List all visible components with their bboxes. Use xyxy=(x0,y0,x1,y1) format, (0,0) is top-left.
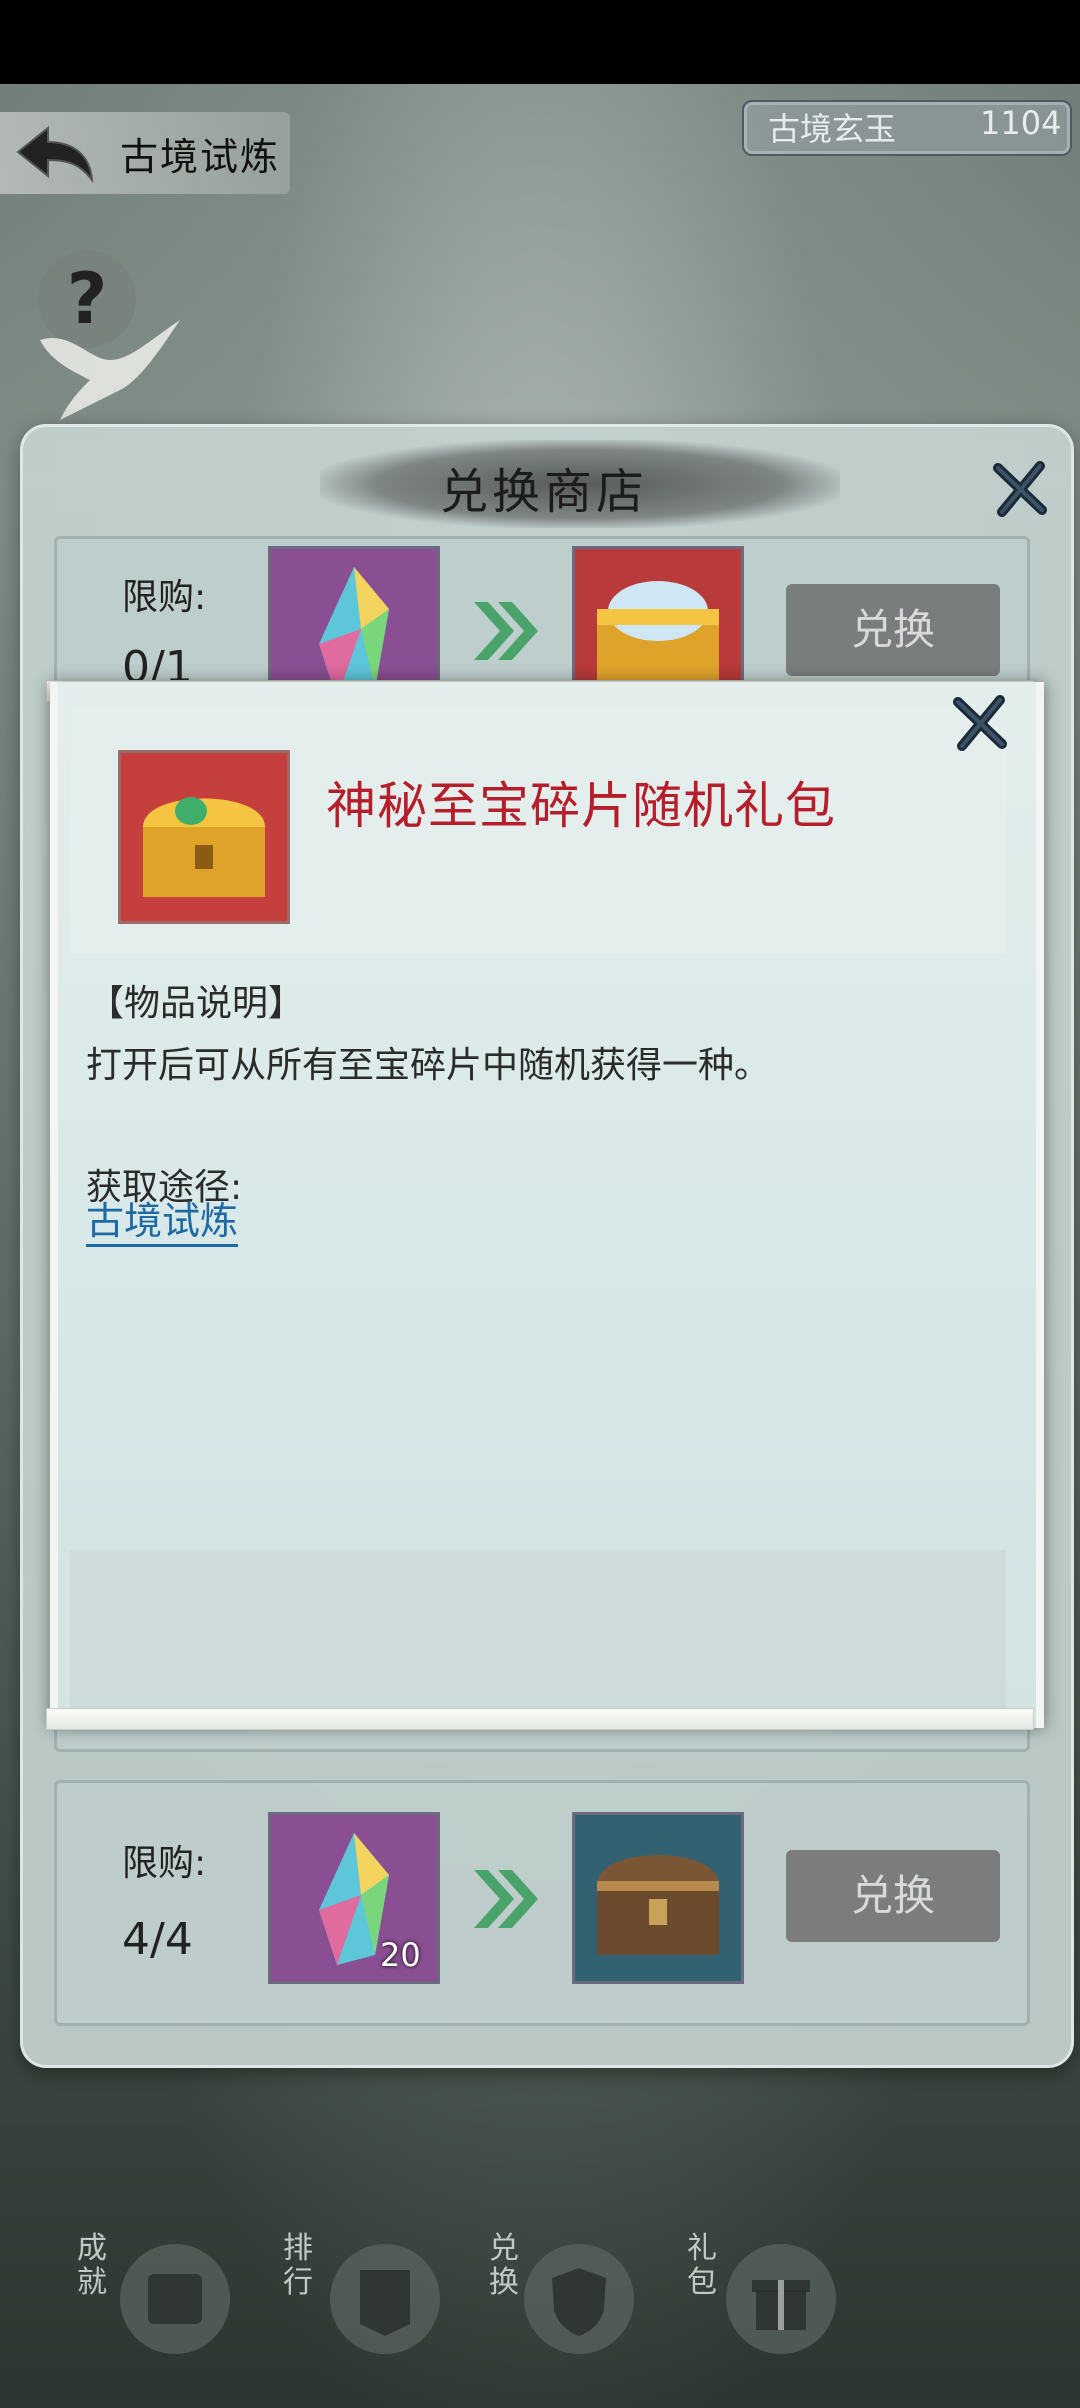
wooden-chest-icon xyxy=(597,1855,719,1955)
description-text: 打开后可从所有至宝碎片中随机获得一种。 xyxy=(86,1045,771,1086)
shop-title: 兑换商店 xyxy=(440,464,649,520)
double-chevron-icon xyxy=(474,1870,538,1928)
source-link[interactable]: 古境试炼 xyxy=(86,1198,239,1247)
close-icon[interactable] xyxy=(990,458,1050,518)
shield-icon xyxy=(552,2268,606,2336)
currency-name: 古境玄玉 xyxy=(768,110,897,148)
close-icon[interactable] xyxy=(950,692,1010,752)
limit-value: 4/4 xyxy=(122,1914,193,1965)
exchange-button[interactable]: 兑换 xyxy=(786,584,1000,676)
gift-icon xyxy=(752,2280,810,2330)
scroll-rod-bottom xyxy=(46,1708,1034,1730)
status-bar xyxy=(0,0,1080,84)
nav-ranking[interactable] xyxy=(330,2244,440,2354)
crane-icon xyxy=(40,320,180,420)
banner-icon xyxy=(360,2270,410,2336)
description-heading: 【物品说明】 xyxy=(88,983,305,1024)
mystic-treasure-chest-icon xyxy=(143,797,265,897)
nav-label: 成就 xyxy=(77,2231,107,2300)
nav-exchange[interactable] xyxy=(524,2244,634,2354)
page-title: 古境试炼 xyxy=(120,135,281,179)
nav-label: 兑换 xyxy=(489,2231,519,2300)
popup-footer xyxy=(70,1550,1006,1708)
nav-label: 礼包 xyxy=(687,2231,717,2300)
scroll-icon xyxy=(148,2274,202,2324)
cost-quantity: 20 xyxy=(380,1936,421,1974)
exchange-button[interactable]: 兑换 xyxy=(786,1850,1000,1942)
currency-value: 1104 xyxy=(980,104,1062,142)
limit-label: 限购: xyxy=(122,577,207,618)
nav-gift[interactable] xyxy=(726,2244,836,2354)
item-icon-slot xyxy=(118,750,290,924)
item-name: 神秘至宝碎片随机礼包 xyxy=(326,777,836,835)
nav-label: 排行 xyxy=(283,2231,313,2300)
reward-item-slot[interactable] xyxy=(572,1812,744,1984)
double-chevron-icon xyxy=(474,602,538,660)
limit-label: 限购: xyxy=(122,1843,207,1884)
back-arrow-icon[interactable] xyxy=(14,122,96,186)
nav-achievements[interactable] xyxy=(120,2244,230,2354)
